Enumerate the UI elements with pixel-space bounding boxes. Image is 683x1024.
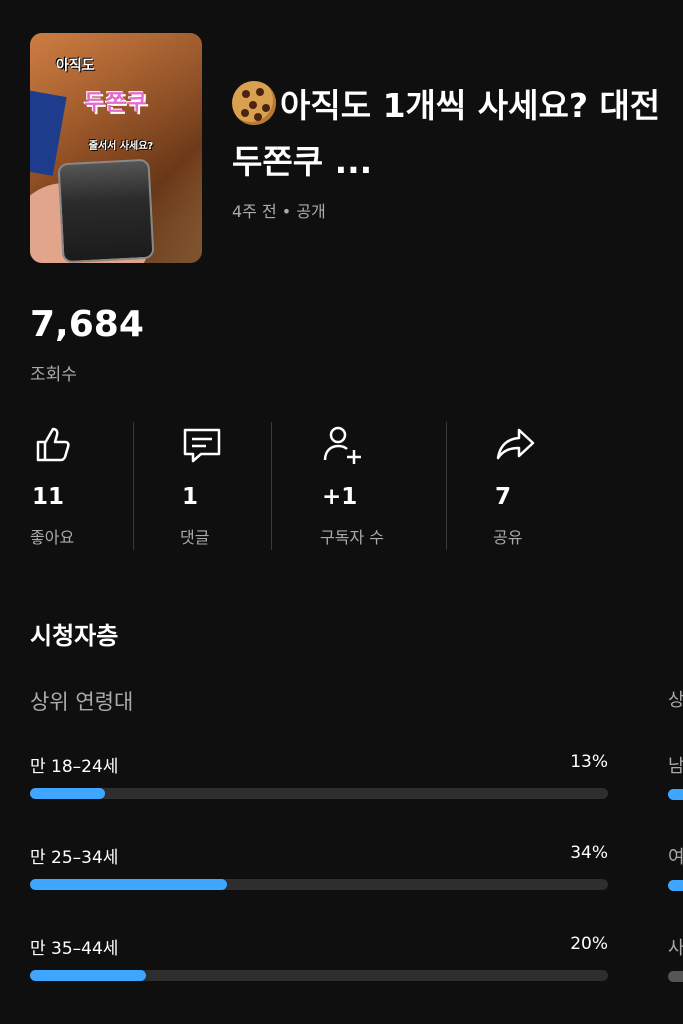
next-card-row-peek: 남	[668, 756, 683, 777]
age-percent: 13%	[570, 752, 608, 772]
audience-section-title: 시청자층	[30, 622, 119, 650]
video-meta: 4주 전 • 공개	[232, 202, 326, 221]
age-label: 만 35–44세	[30, 939, 119, 959]
video-title-text: 아직도 1개씩 사세요? 대전 두쫀쿠 ...	[232, 86, 661, 181]
age-percent: 20%	[570, 934, 608, 954]
stats-row: 11 좋아요 1 댓글 +1 구독자 수 7 공유	[0, 420, 683, 552]
next-card-bar-peek	[668, 789, 683, 800]
age-group-title: 상위 연령대	[30, 690, 134, 714]
shares-count: 7	[495, 484, 512, 510]
thumbnail-caption-3: 줄서서 사세요?	[88, 141, 154, 152]
video-title: 아직도 1개씩 사세요? 대전 두쫀쿠 ...	[232, 78, 672, 190]
views-count: 7,684	[30, 304, 144, 345]
thumbnail-caption-1: 아직도	[56, 58, 95, 74]
views-label: 조회수	[30, 365, 77, 385]
age-bar-fill	[30, 879, 227, 890]
age-bar-fill	[30, 970, 146, 981]
subscribers-count: +1	[322, 484, 358, 510]
thumbnail-caption-2: 두쫀쿠	[84, 91, 148, 116]
next-card-bar-peek	[668, 971, 683, 982]
thumbs-up-icon	[36, 427, 70, 462]
thumbnail-cookie-box	[57, 158, 155, 263]
divider	[271, 422, 272, 550]
age-percent: 34%	[570, 843, 608, 863]
age-bar-fill	[30, 788, 106, 799]
age-label: 만 18–24세	[30, 757, 119, 777]
comments-count: 1	[182, 484, 199, 510]
divider	[133, 422, 134, 550]
next-card-bar-peek	[668, 880, 683, 891]
likes-count: 11	[32, 484, 65, 510]
add-subscriber-icon	[323, 426, 361, 464]
next-card-title-peek: 상	[668, 690, 683, 711]
next-card-row-peek: 사	[668, 938, 683, 959]
likes-label: 좋아요	[30, 528, 75, 547]
video-thumbnail[interactable]: 아직도 두쫀쿠 줄서서 사세요?	[30, 33, 202, 263]
subscribers-label: 구독자 수	[320, 528, 384, 547]
shares-label: 공유	[493, 528, 523, 547]
comment-icon	[183, 428, 221, 463]
video-title-block[interactable]: 아직도 1개씩 사세요? 대전 두쫀쿠 ...	[232, 78, 672, 190]
age-bar-track	[30, 970, 608, 981]
age-bar-track	[30, 788, 608, 799]
divider	[446, 422, 447, 550]
age-label: 만 25–34세	[30, 848, 119, 868]
age-bar-track	[30, 879, 608, 890]
cookie-icon	[232, 81, 276, 125]
next-card-row-peek: 여	[668, 847, 683, 868]
share-icon	[496, 428, 535, 460]
comments-label: 댓글	[180, 528, 210, 547]
